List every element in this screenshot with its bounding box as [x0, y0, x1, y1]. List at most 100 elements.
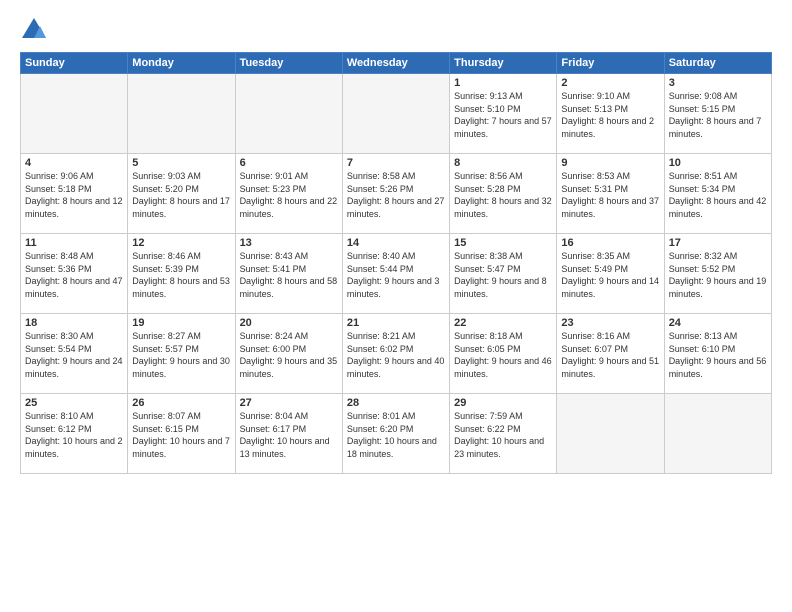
day-info: Sunrise: 9:13 AM Sunset: 5:10 PM Dayligh… — [454, 90, 552, 140]
day-number: 16 — [561, 237, 659, 249]
calendar-cell: 4Sunrise: 9:06 AM Sunset: 5:18 PM Daylig… — [21, 154, 128, 234]
weekday-monday: Monday — [128, 53, 235, 74]
day-number: 6 — [240, 157, 338, 169]
day-number: 15 — [454, 237, 552, 249]
calendar-cell: 15Sunrise: 8:38 AM Sunset: 5:47 PM Dayli… — [450, 234, 557, 314]
calendar-cell: 29Sunrise: 7:59 AM Sunset: 6:22 PM Dayli… — [450, 394, 557, 474]
day-info: Sunrise: 8:32 AM Sunset: 5:52 PM Dayligh… — [669, 250, 767, 300]
day-number: 1 — [454, 77, 552, 89]
calendar-cell: 12Sunrise: 8:46 AM Sunset: 5:39 PM Dayli… — [128, 234, 235, 314]
day-number: 12 — [132, 237, 230, 249]
day-info: Sunrise: 8:35 AM Sunset: 5:49 PM Dayligh… — [561, 250, 659, 300]
calendar-cell: 18Sunrise: 8:30 AM Sunset: 5:54 PM Dayli… — [21, 314, 128, 394]
day-number: 22 — [454, 317, 552, 329]
calendar-cell: 24Sunrise: 8:13 AM Sunset: 6:10 PM Dayli… — [664, 314, 771, 394]
day-info: Sunrise: 8:30 AM Sunset: 5:54 PM Dayligh… — [25, 330, 123, 380]
day-info: Sunrise: 8:24 AM Sunset: 6:00 PM Dayligh… — [240, 330, 338, 380]
calendar-cell: 7Sunrise: 8:58 AM Sunset: 5:26 PM Daylig… — [342, 154, 449, 234]
day-info: Sunrise: 8:16 AM Sunset: 6:07 PM Dayligh… — [561, 330, 659, 380]
day-number: 19 — [132, 317, 230, 329]
day-info: Sunrise: 8:43 AM Sunset: 5:41 PM Dayligh… — [240, 250, 338, 300]
day-number: 29 — [454, 397, 552, 409]
weekday-saturday: Saturday — [664, 53, 771, 74]
calendar-cell: 23Sunrise: 8:16 AM Sunset: 6:07 PM Dayli… — [557, 314, 664, 394]
calendar-cell: 22Sunrise: 8:18 AM Sunset: 6:05 PM Dayli… — [450, 314, 557, 394]
day-info: Sunrise: 8:51 AM Sunset: 5:34 PM Dayligh… — [669, 170, 767, 220]
day-info: Sunrise: 8:46 AM Sunset: 5:39 PM Dayligh… — [132, 250, 230, 300]
weekday-header-row: SundayMondayTuesdayWednesdayThursdayFrid… — [21, 53, 772, 74]
day-info: Sunrise: 9:01 AM Sunset: 5:23 PM Dayligh… — [240, 170, 338, 220]
calendar-cell: 6Sunrise: 9:01 AM Sunset: 5:23 PM Daylig… — [235, 154, 342, 234]
day-info: Sunrise: 8:48 AM Sunset: 5:36 PM Dayligh… — [25, 250, 123, 300]
day-number: 24 — [669, 317, 767, 329]
day-info: Sunrise: 9:08 AM Sunset: 5:15 PM Dayligh… — [669, 90, 767, 140]
calendar-cell: 21Sunrise: 8:21 AM Sunset: 6:02 PM Dayli… — [342, 314, 449, 394]
weekday-wednesday: Wednesday — [342, 53, 449, 74]
day-info: Sunrise: 8:13 AM Sunset: 6:10 PM Dayligh… — [669, 330, 767, 380]
day-number: 25 — [25, 397, 123, 409]
calendar-cell: 8Sunrise: 8:56 AM Sunset: 5:28 PM Daylig… — [450, 154, 557, 234]
day-number: 2 — [561, 77, 659, 89]
calendar-cell — [342, 74, 449, 154]
day-info: Sunrise: 8:04 AM Sunset: 6:17 PM Dayligh… — [240, 410, 338, 460]
page-header — [20, 16, 772, 44]
calendar-cell: 1Sunrise: 9:13 AM Sunset: 5:10 PM Daylig… — [450, 74, 557, 154]
calendar-cell: 10Sunrise: 8:51 AM Sunset: 5:34 PM Dayli… — [664, 154, 771, 234]
calendar-week-4: 25Sunrise: 8:10 AM Sunset: 6:12 PM Dayli… — [21, 394, 772, 474]
day-number: 8 — [454, 157, 552, 169]
calendar-cell: 19Sunrise: 8:27 AM Sunset: 5:57 PM Dayli… — [128, 314, 235, 394]
day-number: 18 — [25, 317, 123, 329]
calendar-cell: 3Sunrise: 9:08 AM Sunset: 5:15 PM Daylig… — [664, 74, 771, 154]
calendar-header: SundayMondayTuesdayWednesdayThursdayFrid… — [21, 53, 772, 74]
logo — [20, 16, 52, 44]
day-info: Sunrise: 8:27 AM Sunset: 5:57 PM Dayligh… — [132, 330, 230, 380]
calendar-cell: 28Sunrise: 8:01 AM Sunset: 6:20 PM Dayli… — [342, 394, 449, 474]
calendar-cell: 2Sunrise: 9:10 AM Sunset: 5:13 PM Daylig… — [557, 74, 664, 154]
day-info: Sunrise: 9:06 AM Sunset: 5:18 PM Dayligh… — [25, 170, 123, 220]
day-info: Sunrise: 8:07 AM Sunset: 6:15 PM Dayligh… — [132, 410, 230, 460]
day-number: 27 — [240, 397, 338, 409]
calendar-cell — [21, 74, 128, 154]
day-info: Sunrise: 8:56 AM Sunset: 5:28 PM Dayligh… — [454, 170, 552, 220]
day-number: 9 — [561, 157, 659, 169]
day-number: 10 — [669, 157, 767, 169]
day-number: 11 — [25, 237, 123, 249]
calendar-cell: 17Sunrise: 8:32 AM Sunset: 5:52 PM Dayli… — [664, 234, 771, 314]
day-number: 23 — [561, 317, 659, 329]
day-info: Sunrise: 8:53 AM Sunset: 5:31 PM Dayligh… — [561, 170, 659, 220]
calendar-cell: 26Sunrise: 8:07 AM Sunset: 6:15 PM Dayli… — [128, 394, 235, 474]
weekday-tuesday: Tuesday — [235, 53, 342, 74]
day-number: 26 — [132, 397, 230, 409]
day-info: Sunrise: 8:18 AM Sunset: 6:05 PM Dayligh… — [454, 330, 552, 380]
day-info: Sunrise: 8:10 AM Sunset: 6:12 PM Dayligh… — [25, 410, 123, 460]
day-number: 21 — [347, 317, 445, 329]
day-info: Sunrise: 8:01 AM Sunset: 6:20 PM Dayligh… — [347, 410, 445, 460]
day-number: 7 — [347, 157, 445, 169]
calendar-week-0: 1Sunrise: 9:13 AM Sunset: 5:10 PM Daylig… — [21, 74, 772, 154]
calendar-cell: 11Sunrise: 8:48 AM Sunset: 5:36 PM Dayli… — [21, 234, 128, 314]
day-info: Sunrise: 9:03 AM Sunset: 5:20 PM Dayligh… — [132, 170, 230, 220]
day-info: Sunrise: 8:38 AM Sunset: 5:47 PM Dayligh… — [454, 250, 552, 300]
calendar-cell: 13Sunrise: 8:43 AM Sunset: 5:41 PM Dayli… — [235, 234, 342, 314]
day-info: Sunrise: 8:58 AM Sunset: 5:26 PM Dayligh… — [347, 170, 445, 220]
calendar-cell: 14Sunrise: 8:40 AM Sunset: 5:44 PM Dayli… — [342, 234, 449, 314]
calendar-cell: 16Sunrise: 8:35 AM Sunset: 5:49 PM Dayli… — [557, 234, 664, 314]
day-number: 5 — [132, 157, 230, 169]
calendar-cell — [664, 394, 771, 474]
calendar-cell: 5Sunrise: 9:03 AM Sunset: 5:20 PM Daylig… — [128, 154, 235, 234]
day-info: Sunrise: 9:10 AM Sunset: 5:13 PM Dayligh… — [561, 90, 659, 140]
day-info: Sunrise: 7:59 AM Sunset: 6:22 PM Dayligh… — [454, 410, 552, 460]
weekday-sunday: Sunday — [21, 53, 128, 74]
day-number: 14 — [347, 237, 445, 249]
calendar-cell: 9Sunrise: 8:53 AM Sunset: 5:31 PM Daylig… — [557, 154, 664, 234]
calendar-cell — [235, 74, 342, 154]
weekday-thursday: Thursday — [450, 53, 557, 74]
calendar-week-3: 18Sunrise: 8:30 AM Sunset: 5:54 PM Dayli… — [21, 314, 772, 394]
day-number: 13 — [240, 237, 338, 249]
day-number: 28 — [347, 397, 445, 409]
day-number: 3 — [669, 77, 767, 89]
day-number: 17 — [669, 237, 767, 249]
calendar-week-2: 11Sunrise: 8:48 AM Sunset: 5:36 PM Dayli… — [21, 234, 772, 314]
calendar-cell: 20Sunrise: 8:24 AM Sunset: 6:00 PM Dayli… — [235, 314, 342, 394]
day-info: Sunrise: 8:21 AM Sunset: 6:02 PM Dayligh… — [347, 330, 445, 380]
